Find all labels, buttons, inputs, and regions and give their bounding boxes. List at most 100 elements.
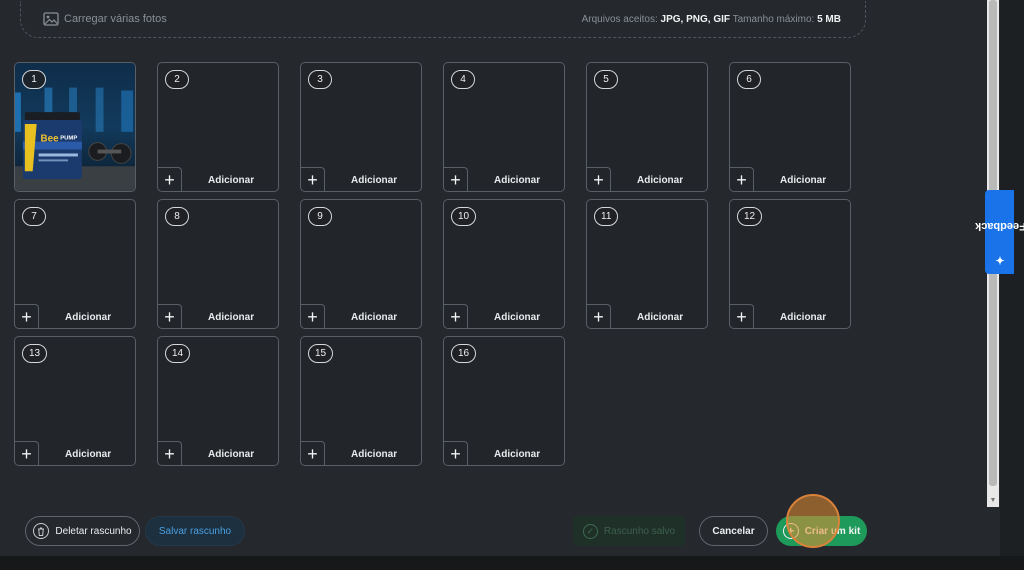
slot-number: 3 — [308, 70, 332, 89]
plus-icon: + — [164, 443, 175, 464]
plus-icon: + — [164, 306, 175, 327]
add-photo-button[interactable]: + — [444, 167, 468, 191]
slot-number: 5 — [594, 70, 618, 89]
photo-slot[interactable]: 9 + Adicionar — [300, 199, 422, 329]
plus-icon: + — [736, 306, 747, 327]
add-label[interactable]: Adicionar — [494, 449, 540, 460]
photo-slot[interactable]: 2 + Adicionar — [157, 62, 279, 192]
add-photo-button[interactable]: + — [444, 304, 468, 328]
add-label[interactable]: Adicionar — [351, 449, 397, 460]
add-label[interactable]: Adicionar — [65, 449, 111, 460]
plus-icon: + — [593, 306, 604, 327]
feedback-tab[interactable]: ✦ Feedback — [974, 190, 1024, 274]
plus-icon: + — [307, 443, 318, 464]
slot-number: 11 — [594, 207, 619, 226]
add-photo-button[interactable]: + — [158, 304, 182, 328]
page-bottom-strip — [0, 556, 1024, 570]
photo-slot[interactable]: 5 + Adicionar — [586, 62, 708, 192]
add-label[interactable]: Adicionar — [208, 449, 254, 460]
add-photo-button[interactable]: + — [15, 304, 39, 328]
delete-draft-button[interactable]: Deletar rascunho — [25, 516, 140, 546]
scroll-down-arrow-icon[interactable]: ▼ — [989, 497, 997, 505]
image-icon — [43, 12, 59, 26]
add-label[interactable]: Adicionar — [780, 175, 826, 186]
photo-slot[interactable]: 3 + Adicionar — [300, 62, 422, 192]
slot-number: 9 — [308, 207, 332, 226]
slot-number: 16 — [451, 344, 477, 363]
upload-trigger[interactable]: Carregar várias fotos — [43, 12, 167, 26]
slot-number: 7 — [22, 207, 46, 226]
plus-icon: + — [736, 169, 747, 190]
product-text-1: Bee — [41, 134, 60, 145]
multi-upload-dropzone[interactable]: Carregar várias fotos Arquivos aceitos: … — [20, 1, 866, 38]
add-photo-button[interactable]: + — [158, 167, 182, 191]
photo-slot[interactable]: 16 + Adicionar — [443, 336, 565, 466]
plus-icon: + — [21, 306, 32, 327]
plus-icon: + — [307, 306, 318, 327]
kit-photo-modal: Carregar várias fotos Arquivos aceitos: … — [0, 0, 1000, 556]
photo-slot[interactable]: 15 + Adicionar — [300, 336, 422, 466]
add-photo-button[interactable]: + — [301, 167, 325, 191]
photo-slot[interactable]: 7 + Adicionar — [14, 199, 136, 329]
add-label[interactable]: Adicionar — [494, 312, 540, 323]
photo-slot[interactable]: 10 + Adicionar — [443, 199, 565, 329]
slot-number: 13 — [22, 344, 48, 363]
create-kit-label: Criar um kit — [804, 525, 861, 537]
photo-slot[interactable]: 11 + Adicionar — [586, 199, 708, 329]
trash-icon — [33, 523, 50, 539]
add-label[interactable]: Adicionar — [208, 312, 254, 323]
slot-number: 6 — [737, 70, 761, 89]
add-label[interactable]: Adicionar — [494, 175, 540, 186]
slot-number: 1 — [22, 70, 46, 89]
draft-saved-label: Rascunho salvo — [603, 525, 676, 537]
draft-saved-status: ✓ Rascunho salvo — [573, 516, 685, 546]
add-label[interactable]: Adicionar — [780, 312, 826, 323]
plus-icon: + — [164, 169, 175, 190]
add-photo-button[interactable]: + — [730, 167, 754, 191]
add-label[interactable]: Adicionar — [65, 312, 111, 323]
slot-number: 4 — [451, 70, 475, 89]
add-label[interactable]: Adicionar — [208, 175, 254, 186]
photo-slot[interactable]: Bee PUMP 1 — [14, 62, 136, 192]
photo-slot[interactable]: 6 + Adicionar — [729, 62, 851, 192]
check-circle-icon: ✓ — [582, 523, 598, 539]
plus-icon: + — [593, 169, 604, 190]
add-photo-button[interactable]: + — [587, 304, 611, 328]
plus-icon: + — [450, 169, 461, 190]
slot-number: 2 — [165, 70, 189, 89]
max-size-prefix: Tamanho máximo: — [730, 13, 818, 25]
photo-slot[interactable]: 14 + Adicionar — [157, 336, 279, 466]
add-label[interactable]: Adicionar — [351, 312, 397, 323]
cancel-button[interactable]: Cancelar — [699, 516, 768, 546]
photo-slot[interactable]: 8 + Adicionar — [157, 199, 279, 329]
add-photo-button[interactable]: + — [444, 441, 468, 465]
photo-slot[interactable]: 4 + Adicionar — [443, 62, 565, 192]
plus-icon: + — [21, 443, 32, 464]
add-label[interactable]: Adicionar — [351, 175, 397, 186]
save-draft-button[interactable]: Salvar rascunho — [145, 516, 245, 546]
add-photo-button[interactable]: + — [587, 167, 611, 191]
upload-constraints: Arquivos aceitos: JPG, PNG, GIF Tamanho … — [582, 14, 841, 25]
add-photo-button[interactable]: + — [301, 304, 325, 328]
plus-icon: + — [307, 169, 318, 190]
add-label[interactable]: Adicionar — [637, 175, 683, 186]
accepted-prefix: Arquivos aceitos: — [581, 13, 661, 25]
photo-slot[interactable]: 12 + Adicionar — [729, 199, 851, 329]
create-kit-button[interactable]: + Criar um kit — [776, 516, 867, 546]
add-photo-button[interactable]: + — [15, 441, 39, 465]
add-photo-button[interactable]: + — [301, 441, 325, 465]
add-label[interactable]: Adicionar — [637, 312, 683, 323]
photo-slot-grid: Bee PUMP 1 2 + Adicionar 3 + Adicionar 4 + Adi… — [14, 62, 851, 466]
plus-icon: + — [450, 306, 461, 327]
plus-circle-icon: + — [782, 523, 799, 539]
slot-number: 14 — [165, 344, 191, 363]
add-photo-button[interactable]: + — [158, 441, 182, 465]
slot-number: 12 — [737, 207, 763, 226]
slot-number: 15 — [308, 344, 334, 363]
plus-icon: + — [450, 443, 461, 464]
product-text-2: PUMP — [60, 136, 77, 142]
upload-label: Carregar várias fotos — [64, 13, 167, 25]
photo-slot[interactable]: 13 + Adicionar — [14, 336, 136, 466]
add-photo-button[interactable]: + — [730, 304, 754, 328]
max-size: 5 MB — [817, 13, 841, 25]
